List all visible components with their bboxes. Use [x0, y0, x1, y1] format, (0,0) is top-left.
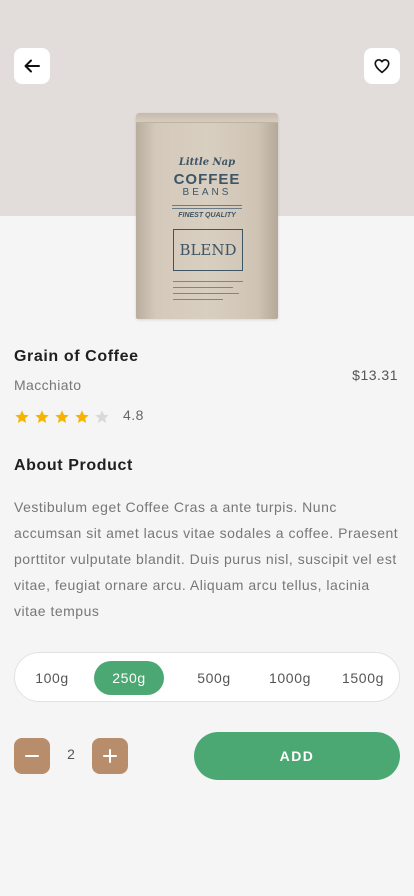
- bag-tagline: FINEST QUALITY: [178, 212, 236, 219]
- bag-label: BLEND: [173, 229, 243, 271]
- bag-title: COFFEE: [173, 171, 241, 188]
- star-filled-icon: [35, 410, 49, 423]
- product-variant: Macchiato: [14, 377, 82, 393]
- size-option[interactable]: 500g: [183, 661, 245, 695]
- about-text: Vestibulum eget Coffee Cras a ante turpi…: [14, 499, 399, 619]
- about-title: About Product: [14, 457, 133, 474]
- minus-icon: [25, 755, 39, 757]
- size-selector: 100g 250g 500g 1000g 1500g: [14, 652, 400, 702]
- plus-icon: [103, 749, 117, 763]
- bag-fine-print: [173, 281, 243, 282]
- bag-fine-print: [173, 299, 223, 300]
- bag-fold: [136, 113, 278, 123]
- rating-value: 4.8: [123, 407, 144, 423]
- size-option[interactable]: 100g: [21, 661, 83, 695]
- star-filled-icon: [75, 410, 89, 423]
- product-price: $13.31: [352, 367, 398, 383]
- star-empty-icon: [95, 410, 109, 423]
- arrow-left-icon: [24, 59, 40, 73]
- bag-rule: [172, 205, 242, 206]
- bag-subtitle: BEANS: [182, 187, 232, 198]
- bag-fine-print: [173, 287, 233, 288]
- increase-quantity-button[interactable]: [92, 738, 128, 774]
- size-option[interactable]: 1000g: [255, 661, 325, 695]
- heart-outline-icon: [374, 59, 390, 74]
- star-filled-icon: [15, 410, 29, 423]
- back-button[interactable]: [14, 48, 50, 84]
- star-filled-icon: [55, 410, 69, 423]
- rating-stars: [14, 409, 110, 425]
- bag-brand: Little Nap: [178, 157, 236, 168]
- product-image: Little Nap COFFEE BEANS FINEST QUALITY B…: [136, 113, 278, 319]
- bag-fine-print: [173, 293, 239, 294]
- size-option[interactable]: 1500g: [331, 661, 395, 695]
- quantity-value: 2: [67, 746, 75, 762]
- product-name: Grain of Coffee: [14, 348, 139, 365]
- size-option-selected[interactable]: 250g: [94, 661, 164, 695]
- add-to-cart-button[interactable]: ADD: [194, 732, 400, 780]
- decrease-quantity-button[interactable]: [14, 738, 50, 774]
- favorite-button[interactable]: [364, 48, 400, 84]
- bag-rule: [172, 208, 242, 209]
